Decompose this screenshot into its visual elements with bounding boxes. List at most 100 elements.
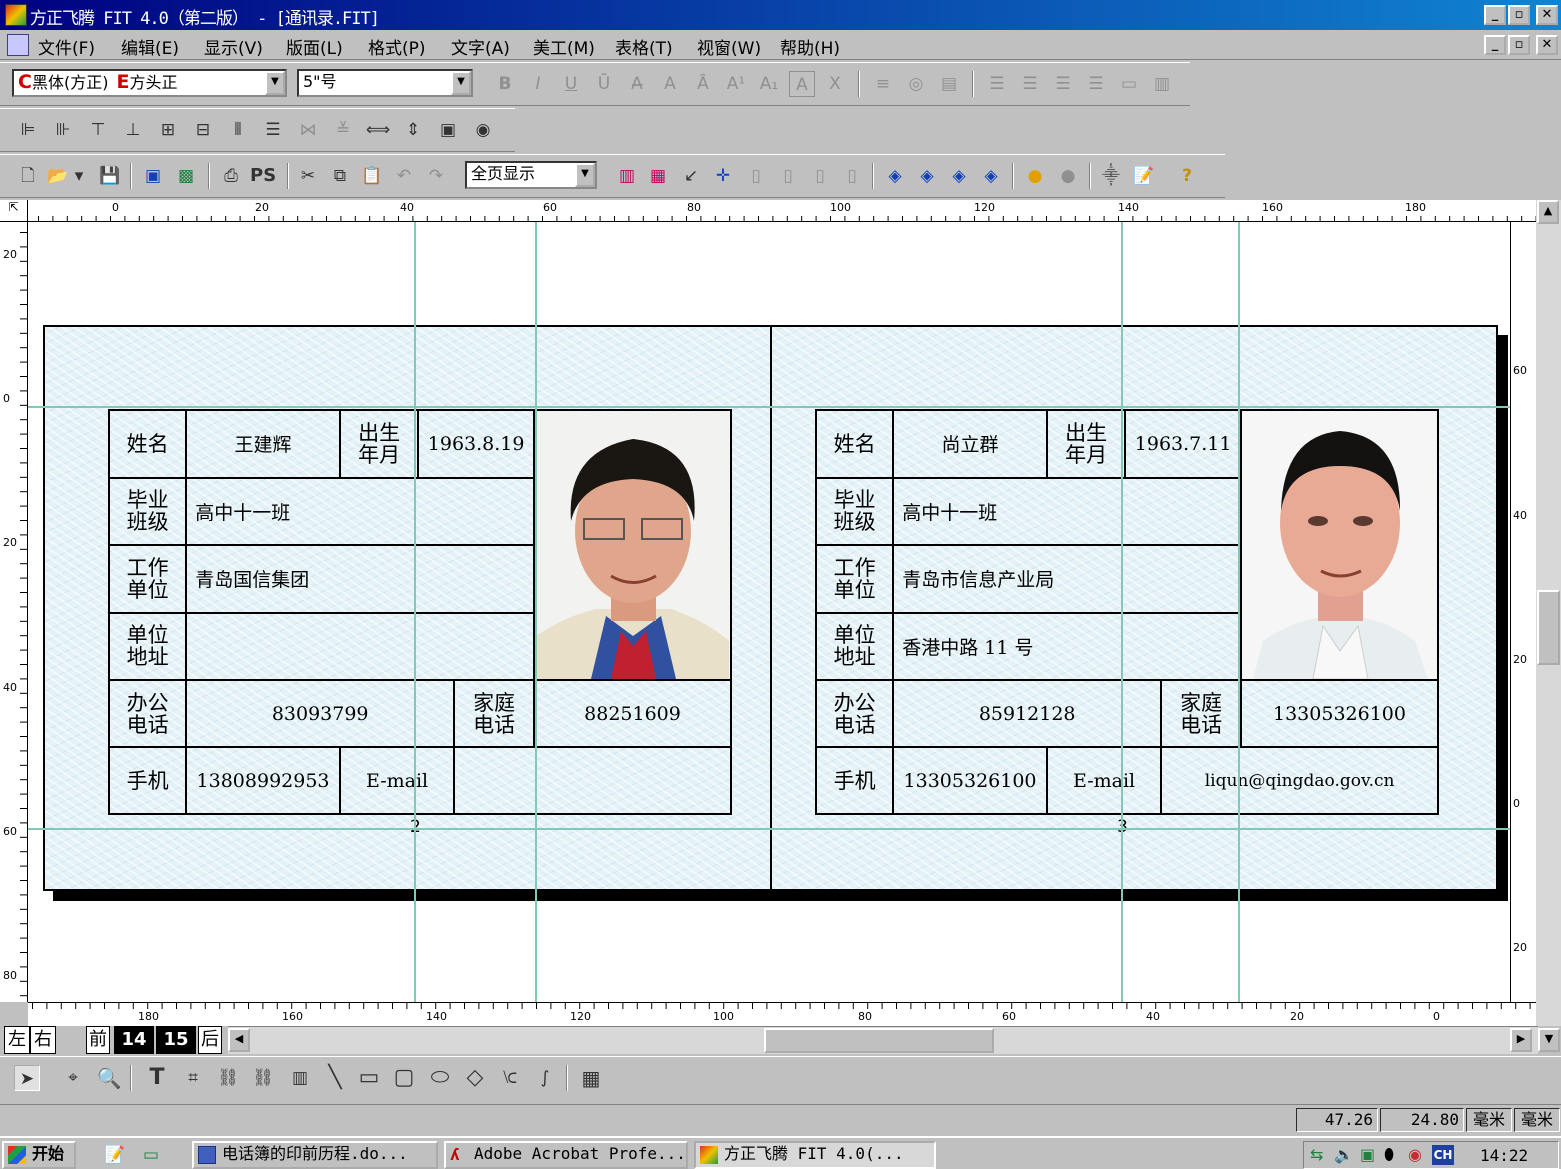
ruler-corner-icon[interactable]: ⇱ xyxy=(0,200,28,222)
ime-indicator[interactable]: CH xyxy=(1432,1145,1454,1165)
birth-value[interactable]: 1963.8.19 xyxy=(417,409,535,479)
mobile-value[interactable]: 13305326100 xyxy=(892,746,1048,815)
frame2-icon[interactable]: ▯ xyxy=(775,163,801,189)
portrait-photo[interactable] xyxy=(1242,411,1437,679)
layout-canvas[interactable]: 姓名 王建辉 出生 年月 1963.8.19 毕业 班级 高中十一班 工作 单位… xyxy=(28,222,1536,1002)
work-value[interactable]: 青岛市信息产业局 xyxy=(892,544,1242,614)
link-tool-icon[interactable]: ⛓ xyxy=(215,1065,241,1091)
email-value[interactable] xyxy=(453,746,732,815)
task-word-document[interactable]: 电话簿的印前历程.do... xyxy=(192,1141,438,1169)
color-icon[interactable]: ● xyxy=(1022,163,1048,189)
antivirus-icon[interactable]: ◉ xyxy=(1408,1145,1422,1164)
bold-button[interactable]: B xyxy=(492,71,518,97)
zoom-select[interactable]: 全页显示 ▼ xyxy=(465,161,597,189)
task-fit[interactable]: 方正飞腾 FIT 4.0(... xyxy=(694,1141,936,1169)
pointer-tool-icon[interactable]: ➤ xyxy=(14,1065,40,1091)
size-select[interactable]: 5"号 ▼ xyxy=(297,69,473,97)
doc-minimize-button[interactable]: _ xyxy=(1484,35,1506,55)
align-hcenter-icon[interactable]: ⊞ xyxy=(155,117,181,143)
horizontal-scrollbar[interactable]: ◀ ▶ xyxy=(228,1026,1538,1054)
bezier-tool-icon[interactable]: ∫ xyxy=(532,1065,558,1091)
align-top-objects-icon[interactable]: ⊤ xyxy=(85,117,111,143)
menu-format[interactable]: 格式(P) xyxy=(368,34,426,59)
portrait-photo[interactable] xyxy=(535,411,730,679)
guide-line[interactable] xyxy=(414,222,416,1002)
chevron-down-icon[interactable]: ▾ xyxy=(72,163,86,189)
align-right-objects-icon[interactable]: ⊪ xyxy=(50,117,76,143)
redo-icon[interactable]: ↷ xyxy=(423,163,449,189)
ellipse-tool-icon[interactable]: ⬭ xyxy=(427,1065,453,1091)
chevron-down-icon[interactable]: ▼ xyxy=(265,71,285,95)
layer-back-icon[interactable]: ◈ xyxy=(914,163,940,189)
contact-card-2[interactable]: 姓名 尚立群 出生 年月 1963.7.11 毕业 班级 高中十一班 工作 单位… xyxy=(814,409,1439,815)
align-right-icon[interactable]: ☰ xyxy=(1050,71,1076,97)
align-center-icon[interactable]: ☰ xyxy=(1017,71,1043,97)
new-file-icon[interactable]: 🗋 xyxy=(15,163,41,189)
align-icon[interactable]: ≡ xyxy=(870,71,896,97)
task-acrobat[interactable]: ʎ Adobe Acrobat Profe... xyxy=(444,1141,688,1169)
scroll-right-icon[interactable]: ▶ xyxy=(1510,1028,1532,1052)
import-icon[interactable]: ▣ xyxy=(140,163,166,189)
menu-window[interactable]: 视窗(W) xyxy=(697,34,761,59)
crosshair-icon[interactable]: ✛ xyxy=(710,163,736,189)
outline-button[interactable]: A xyxy=(657,71,683,97)
frame1-icon[interactable]: ▯ xyxy=(743,163,769,189)
class-value[interactable]: 高中十一班 xyxy=(185,476,535,546)
photo-cell[interactable] xyxy=(533,409,732,681)
email-value[interactable]: liqun@qingdao.gov.cn xyxy=(1160,746,1439,815)
document-icon[interactable] xyxy=(7,34,29,56)
guide-line[interactable] xyxy=(28,406,1536,408)
name-value[interactable]: 尚立群 xyxy=(892,409,1048,479)
scroll-down-icon[interactable]: ▼ xyxy=(1538,1028,1560,1052)
zoom-tool-icon[interactable]: 🔍 xyxy=(96,1065,122,1091)
columns-icon[interactable]: ▥ xyxy=(1149,71,1175,97)
underline-button[interactable]: U xyxy=(558,71,584,97)
work-value[interactable]: 青岛国信集团 xyxy=(185,544,535,614)
menu-text[interactable]: 文字(A) xyxy=(451,34,510,59)
page-spread[interactable]: 姓名 王建辉 出生 年月 1963.8.19 毕业 班级 高中十一班 工作 单位… xyxy=(43,325,1498,891)
class-value[interactable]: 高中十一班 xyxy=(892,476,1242,546)
app-icon[interactable] xyxy=(5,4,27,26)
distribute-v-icon[interactable]: ☰ xyxy=(260,117,286,143)
address-value[interactable] xyxy=(185,611,535,681)
home-phone-value[interactable]: 88251609 xyxy=(533,679,732,748)
page-tab-14[interactable]: 14 xyxy=(114,1026,154,1054)
quicklaunch-desktop-icon[interactable]: ▭ xyxy=(138,1142,164,1168)
contact-card-1[interactable]: 姓名 王建辉 出生 年月 1963.8.19 毕业 班级 高中十一班 工作 单位… xyxy=(107,409,732,815)
space-v-icon[interactable]: ≚ xyxy=(330,117,356,143)
vertical-scrollbar[interactable]: ▲ xyxy=(1536,200,1561,1026)
italic-button[interactable]: I xyxy=(525,71,551,97)
menu-help[interactable]: 帮助(H) xyxy=(780,34,840,59)
same-height-icon[interactable]: ⇕ xyxy=(400,117,426,143)
text-box-icon[interactable]: ▤ xyxy=(936,71,962,97)
photo-cell[interactable] xyxy=(1240,409,1439,681)
next-page-button[interactable]: 后 xyxy=(198,1026,222,1054)
diamond-tool-icon[interactable]: ◇ xyxy=(462,1065,488,1091)
align-vcenter-icon[interactable]: ⊟ xyxy=(190,117,216,143)
superscript-button[interactable]: A¹ xyxy=(723,71,749,97)
distribute-icon[interactable]: ▭ xyxy=(1116,71,1142,97)
left-page-button[interactable]: 左 xyxy=(4,1026,30,1054)
text-flow-icon[interactable]: ⸎ xyxy=(1098,163,1124,189)
mobile-value[interactable]: 13808992953 xyxy=(185,746,341,815)
copy-icon[interactable]: ⧉ xyxy=(327,163,353,189)
box-text-button[interactable]: A xyxy=(789,71,815,97)
grid-icon[interactable]: ▦ xyxy=(645,163,671,189)
postscript-button[interactable]: PS xyxy=(250,163,276,189)
scroll-left-icon[interactable]: ◀ xyxy=(228,1028,250,1052)
close-button[interactable]: ✕ xyxy=(1536,5,1558,25)
crop-tool-icon[interactable]: ⌗ xyxy=(180,1065,206,1091)
paste-icon[interactable]: 📋 xyxy=(359,163,385,189)
align-bottom-objects-icon[interactable]: ⊥ xyxy=(120,117,146,143)
shade-icon[interactable]: ● xyxy=(1055,163,1081,189)
text-tool-icon[interactable]: T xyxy=(144,1065,170,1091)
mouse-icon[interactable]: ⬮ xyxy=(1384,1145,1394,1165)
chevron-down-icon[interactable]: ▼ xyxy=(575,163,595,187)
menu-view[interactable]: 显示(V) xyxy=(204,34,263,59)
print-icon[interactable]: ⎙ xyxy=(218,163,244,189)
minimize-button[interactable]: _ xyxy=(1484,5,1506,25)
open-folder-icon[interactable]: 📂 xyxy=(45,163,71,189)
vertical-text-tool-icon[interactable]: ▥ xyxy=(287,1065,313,1091)
volume-icon[interactable]: 🔈 xyxy=(1334,1145,1354,1164)
guide-line[interactable] xyxy=(1238,222,1240,1002)
